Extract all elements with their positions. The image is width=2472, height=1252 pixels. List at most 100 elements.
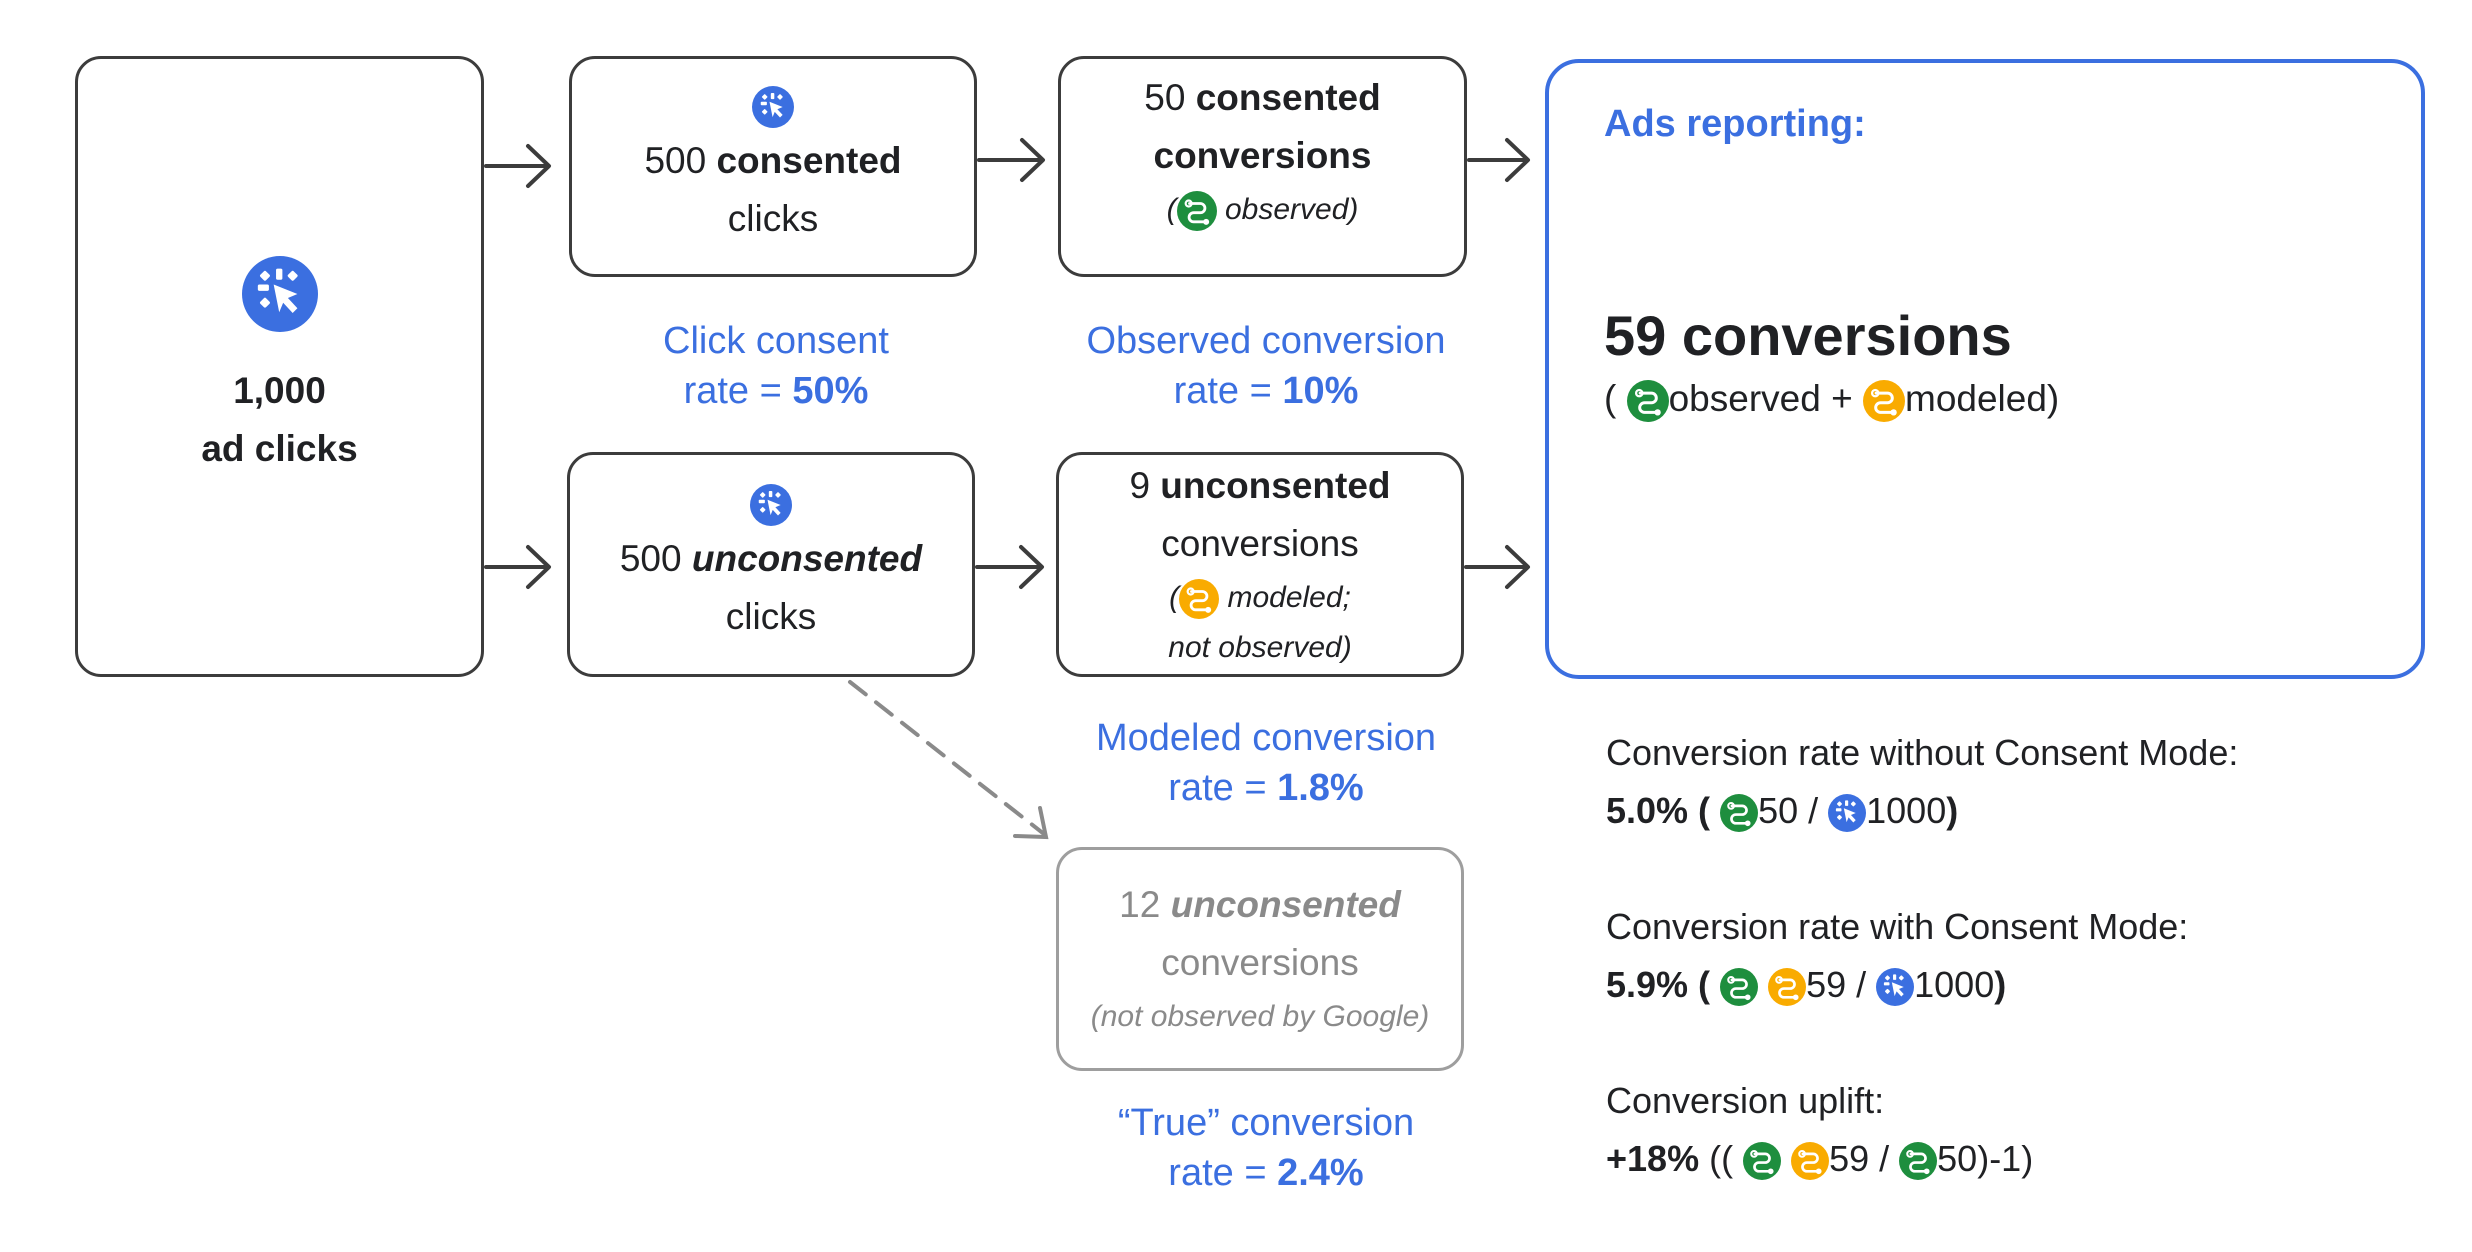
arrow-to-unconsented-conversions bbox=[975, 545, 1044, 589]
conversion-path-icon-green bbox=[1720, 794, 1759, 833]
unconsented-clicks-title: 500 unconsented bbox=[620, 530, 922, 588]
conversion-uplift: Conversion uplift: +18% (( 59 / 50)-1) bbox=[1606, 1076, 2033, 1184]
not-observed-by-google-note: (not observed by Google) bbox=[1090, 1000, 1430, 1033]
cursor-click-icon bbox=[1876, 968, 1914, 1006]
observed-conversion-rate: Observed conversion rate = 10% bbox=[1086, 316, 1445, 416]
arrow-to-ads-reporting-bottom bbox=[1464, 545, 1530, 589]
conversions-breakdown: ( observed + modeled) bbox=[1604, 378, 2060, 423]
formula-label: Conversion rate with Consent Mode: bbox=[1606, 906, 2189, 947]
formula-value-line: 5.9% ( 59 / 1000) bbox=[1606, 960, 2188, 1010]
dashed-arrow-to-true-conversions bbox=[848, 680, 1049, 840]
numerator: 50 / bbox=[1758, 790, 1829, 831]
arrow-to-unconsented-clicks bbox=[484, 545, 551, 589]
conversion-path-icon-orange bbox=[1863, 380, 1905, 423]
modeled-text: modeled; bbox=[1227, 580, 1351, 614]
rate-title: Modeled conversion bbox=[1095, 717, 1437, 759]
modeled-note: ( modeled; bbox=[1169, 573, 1351, 623]
rate-value-line: rate = 10% bbox=[1086, 366, 1445, 416]
paren: ( bbox=[1169, 580, 1180, 614]
unconsented-clicks-box: 500 unconsented clicks bbox=[567, 452, 975, 677]
rate-value: 10% bbox=[1282, 370, 1359, 412]
ad-clicks-box: 1,000 ad clicks bbox=[75, 56, 484, 677]
conversion-path-icon-green bbox=[1743, 1142, 1782, 1181]
consented-clicks-title: 500 consented bbox=[644, 132, 901, 190]
rate-value-line: rate = 1.8% bbox=[1096, 763, 1436, 813]
conversions-label: conversions bbox=[1153, 135, 1372, 176]
ad-clicks-label: ad clicks bbox=[201, 427, 358, 469]
formula-value: 5.9% ( bbox=[1606, 964, 1711, 1005]
consented-label: consented bbox=[1195, 77, 1381, 118]
unconsented-label: unconsented bbox=[1170, 884, 1401, 925]
true-conversion-rate: “True” conversion rate = 2.4% bbox=[1118, 1098, 1414, 1198]
modeled-conversion-rate: Modeled conversion rate = 1.8% bbox=[1096, 713, 1436, 813]
rate-prefix: rate = bbox=[1173, 370, 1283, 412]
rate-prefix: rate = bbox=[1168, 1152, 1278, 1194]
rate-value: 2.4% bbox=[1277, 1152, 1364, 1194]
unconsented-label: unconsented bbox=[691, 537, 923, 579]
consented-conversions-box: 50 consented conversions ( observed) bbox=[1058, 56, 1467, 277]
rate-without-consent-mode: Conversion rate without Consent Mode: 5.… bbox=[1606, 728, 2238, 836]
arrow-to-consented-clicks bbox=[484, 144, 551, 188]
clicks-label: clicks bbox=[727, 197, 819, 239]
numerator: 59 / bbox=[1829, 1138, 1900, 1179]
conversion-path-icon-orange bbox=[1179, 578, 1220, 619]
ads-reporting-title: Ads reporting: bbox=[1604, 103, 1866, 145]
unconsented-conversions-title: 9 unconsented bbox=[1129, 457, 1390, 515]
rate-prefix: rate = bbox=[1168, 767, 1278, 809]
ads-reporting-box: Ads reporting: 59 conversions ( observed… bbox=[1545, 59, 2425, 679]
observed-text: observed) bbox=[1224, 193, 1359, 226]
true-unconsented-conversions-box: 12 unconsented conversions (not observed… bbox=[1056, 847, 1464, 1071]
denominator: 1000 bbox=[1914, 964, 1995, 1005]
consented-conversions-title: 50 consented bbox=[1144, 69, 1380, 127]
rate-prefix: rate = bbox=[683, 370, 793, 412]
conversions-label: conversions bbox=[1161, 522, 1359, 564]
arrow-to-consented-conversions bbox=[977, 138, 1045, 182]
count: 50 bbox=[1144, 77, 1186, 118]
conversion-path-icon-green bbox=[1899, 1142, 1938, 1181]
observed-label: observed + bbox=[1668, 378, 1863, 419]
rate-with-consent-mode: Conversion rate with Consent Mode: 5.9% … bbox=[1606, 902, 2188, 1010]
denominator: 50)-1) bbox=[1937, 1138, 2034, 1179]
formula-label: Conversion rate without Consent Mode: bbox=[1606, 732, 2239, 773]
unconsented-label: unconsented bbox=[1160, 464, 1391, 506]
rate-title: Click consent bbox=[663, 320, 889, 362]
observed-note: ( observed) bbox=[1166, 185, 1359, 235]
count: 500 bbox=[644, 139, 707, 181]
paren: ) bbox=[1994, 964, 2007, 1005]
conversion-path-icon-green bbox=[1176, 191, 1217, 232]
denominator: 1000 bbox=[1866, 790, 1947, 831]
conversion-path-icon-green bbox=[1720, 968, 1759, 1007]
unconsented-conversions-box: 9 unconsented conversions ( modeled; not… bbox=[1056, 452, 1464, 677]
modeled-label: modeled) bbox=[1905, 378, 2060, 419]
cursor-click-icon bbox=[242, 256, 318, 332]
formula-value: 5.0% ( bbox=[1606, 790, 1711, 831]
total-conversions: 59 conversions bbox=[1604, 304, 2012, 367]
formula-value-line: 5.0% ( 50 / 1000) bbox=[1606, 786, 2238, 836]
count: 12 bbox=[1119, 884, 1161, 925]
cursor-click-icon bbox=[1828, 794, 1866, 832]
conversion-path-icon-orange bbox=[1768, 968, 1807, 1007]
rate-title: Observed conversion bbox=[1086, 320, 1446, 362]
clicks-label: clicks bbox=[725, 595, 817, 637]
conversion-path-icon-orange bbox=[1791, 1142, 1830, 1181]
paren: ) bbox=[1946, 790, 1959, 831]
true-unconsented-title: 12 unconsented bbox=[1119, 876, 1401, 934]
paren: ( bbox=[1604, 378, 1617, 419]
formula-label: Conversion uplift: bbox=[1606, 1080, 1885, 1121]
count: 500 bbox=[619, 537, 682, 579]
paren: (( bbox=[1699, 1138, 1734, 1179]
paren: ( bbox=[1166, 193, 1177, 226]
conversions-label: conversions bbox=[1161, 942, 1359, 983]
rate-value: 1.8% bbox=[1277, 767, 1364, 809]
formula-value-line: +18% (( 59 / 50)-1) bbox=[1606, 1134, 2033, 1184]
click-consent-rate: Click consent rate = 50% bbox=[663, 316, 889, 416]
rate-value-line: rate = 2.4% bbox=[1118, 1148, 1414, 1198]
cursor-click-icon bbox=[750, 484, 792, 526]
consented-clicks-box: 500 consented clicks bbox=[569, 56, 977, 277]
formula-value: +18% bbox=[1606, 1138, 1700, 1179]
rate-value-line: rate = 50% bbox=[663, 366, 889, 416]
rate-title: “True” conversion bbox=[1117, 1102, 1415, 1144]
rate-value: 50% bbox=[792, 370, 869, 412]
arrow-to-ads-reporting-top bbox=[1467, 138, 1530, 182]
not-observed-text: not observed) bbox=[1168, 630, 1352, 664]
